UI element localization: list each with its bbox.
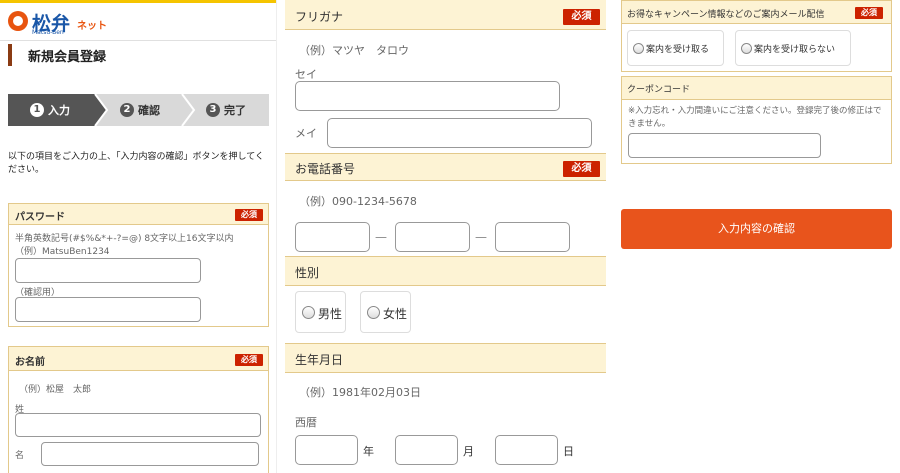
step-2-number: 2 [120, 103, 134, 117]
password-rule-text: 半角英数記号(#$%&*+-?=@) 8文字以上16文字以内 [15, 234, 234, 244]
campaign-heading: お得なキャンペーン情報などのご案内メール配信 [627, 10, 825, 20]
password-example-text: （例）MatsuBen1234 [15, 247, 110, 257]
password-confirm-input[interactable] [15, 297, 201, 322]
name-sei-input[interactable] [15, 413, 261, 437]
page-title-bar [8, 44, 12, 66]
name-heading: お名前 [15, 357, 45, 368]
birthdate-month-unit: 月 [463, 445, 474, 458]
gender-female-label: 女性 [383, 307, 408, 321]
step-1-label: 入力 [48, 104, 70, 117]
campaign-option-receive[interactable]: 案内を受け取る [627, 30, 724, 66]
top-accent-bar [0, 0, 276, 3]
coupon-input[interactable] [628, 133, 821, 158]
phone-input-3[interactable] [495, 222, 570, 252]
furigana-mei-input[interactable] [327, 118, 592, 148]
gender-female-radio[interactable] [367, 306, 380, 319]
birthdate-year-unit: 年 [363, 445, 374, 458]
password-section: パスワード 必須 半角英数記号(#$%&*+-?=@) 8文字以上16文字以内 … [8, 203, 269, 327]
birthdate-heading: 生年月日 [295, 353, 344, 367]
gender-section-header [285, 256, 606, 286]
phone-example-text: （例）090-1234-5678 [299, 195, 417, 208]
phone-input-1[interactable] [295, 222, 370, 252]
coupon-note-text: ※入力忘れ・入力間違いにご注意ください。登録完了後の修正はできません。 [628, 106, 882, 129]
gender-option-female[interactable]: 女性 [360, 291, 411, 333]
furigana-required-badge: 必須 [563, 9, 600, 25]
birthdate-day-unit: 日 [563, 445, 574, 458]
phone-separator-2: — [475, 230, 487, 244]
confirm-button[interactable]: 入力内容の確認 [621, 209, 892, 249]
step-2-label: 確認 [138, 104, 160, 117]
step-indicator: 1 入力 2 確認 3 完了 [8, 93, 269, 127]
birthdate-era-label: 西暦 [295, 416, 317, 429]
step-3-label: 完了 [224, 104, 246, 117]
form-column-3: お得なキャンペーン情報などのご案内メール配信 必須 案内を受け取る 案内を受け取… [621, 0, 893, 473]
password-required-badge: 必須 [235, 209, 263, 221]
furigana-example-text: （例）マツヤ タロウ [299, 44, 409, 57]
site-logo[interactable]: 松弁 Matsu-Ben ネット [8, 9, 118, 37]
logo-net-label: ネット [77, 21, 107, 32]
birthdate-month-input[interactable] [395, 435, 458, 465]
furigana-sei-label: セイ [295, 68, 317, 81]
name-required-badge: 必須 [235, 354, 263, 366]
step-1: 1 入力 [30, 102, 70, 118]
campaign-receive-radio[interactable] [633, 43, 644, 54]
gender-heading: 性別 [295, 266, 320, 280]
logo-sub-text: Matsu-Ben [32, 29, 64, 36]
campaign-required-badge: 必須 [855, 7, 883, 19]
phone-separator-1: — [375, 230, 387, 244]
name-section-header [9, 347, 268, 371]
campaign-decline-radio[interactable] [741, 43, 752, 54]
furigana-sei-input[interactable] [295, 81, 560, 111]
gender-option-male[interactable]: 男性 [295, 291, 346, 333]
coupon-heading: クーポンコード [627, 85, 691, 95]
campaign-receive-label: 案内を受け取る [646, 45, 710, 55]
step-3-number: 3 [206, 103, 220, 117]
birthdate-day-input[interactable] [495, 435, 558, 465]
intro-text: 以下の項目をご入力の上、「入力内容の確認」ボタンを押してください。 [8, 152, 264, 175]
phone-heading: お電話番号 [295, 162, 356, 176]
phone-required-badge: 必須 [563, 161, 600, 177]
campaign-option-decline[interactable]: 案内を受け取らない [735, 30, 851, 66]
birthdate-example-text: （例）1981年02月03日 [299, 386, 421, 399]
name-mei-label: 名 [15, 451, 25, 461]
header-divider [0, 40, 276, 41]
name-example-text: （例）松屋 太郎 [19, 385, 92, 395]
gender-male-radio[interactable] [302, 306, 315, 319]
password-heading: パスワード [15, 212, 65, 223]
form-column-1: 松弁 Matsu-Ben ネット 新規会員登録 1 入力 2 確認 3 完了 以… [0, 0, 277, 473]
site-header: 松弁 Matsu-Ben ネット [0, 0, 276, 38]
step-3: 3 完了 [206, 102, 246, 118]
campaign-decline-label: 案内を受け取らない [754, 45, 836, 55]
logo-bowl-inner-icon [13, 16, 23, 26]
page-title: 新規会員登録 [28, 50, 107, 65]
form-column-2: フリガナ 必須 （例）マツヤ タロウ セイ メイ お電話番号 必須 （例）090… [285, 0, 606, 473]
phone-input-2[interactable] [395, 222, 470, 252]
step-1-number: 1 [30, 103, 44, 117]
furigana-heading: フリガナ [295, 10, 344, 24]
name-section: お名前 必須 （例）松屋 太郎 姓 名 [8, 346, 269, 473]
furigana-mei-label: メイ [295, 127, 317, 140]
birthdate-year-input[interactable] [295, 435, 358, 465]
step-2: 2 確認 [120, 102, 160, 118]
gender-male-label: 男性 [318, 307, 343, 321]
password-input[interactable] [15, 258, 201, 283]
confirm-button-label: 入力内容の確認 [718, 222, 795, 235]
name-mei-input[interactable] [41, 442, 259, 466]
